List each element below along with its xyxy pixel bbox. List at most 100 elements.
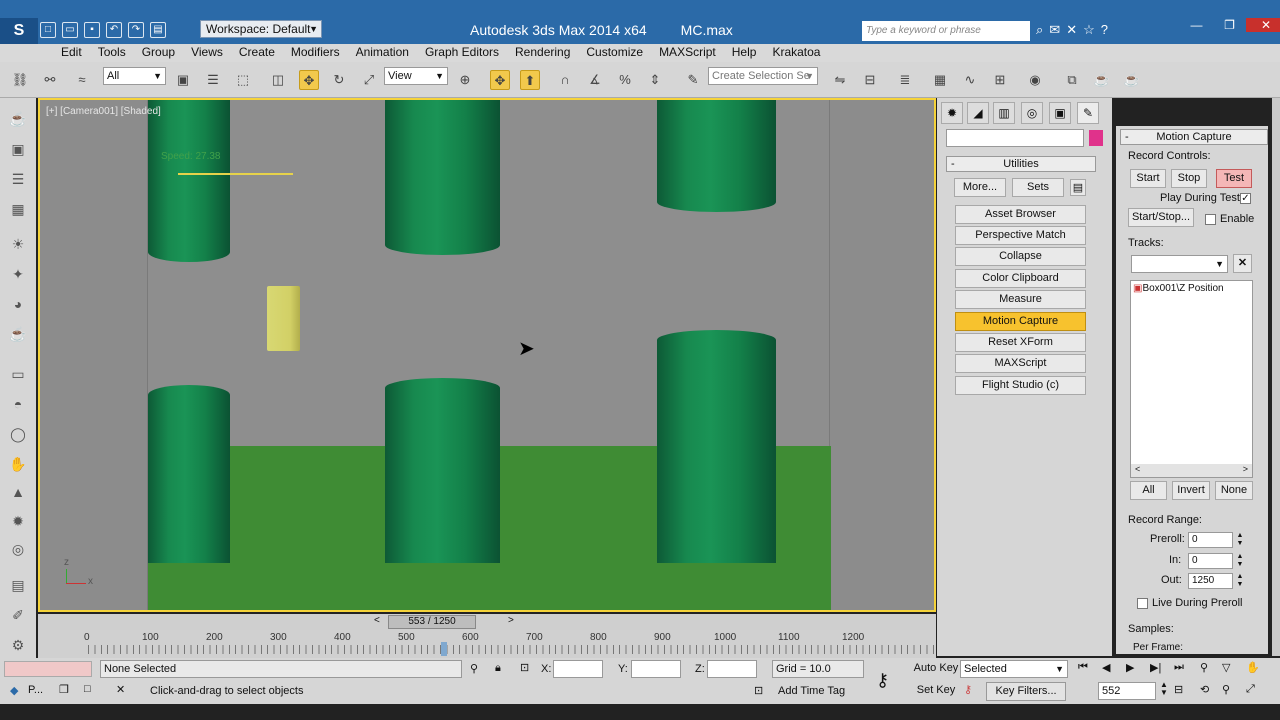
select-object-icon[interactable]: ▣ [173,70,193,90]
command-panel-scrollbar[interactable] [1272,98,1280,656]
track-item[interactable]: ▣Box001\Z Position [1131,281,1252,296]
material-editor-icon[interactable]: ◉ [1025,70,1045,90]
workspace-dropdown[interactable]: Workspace: Default ▼ [200,20,322,38]
x-coord-field[interactable] [553,660,603,678]
restore-icon[interactable]: ❐ [1213,18,1246,32]
configure-sets-icon[interactable]: ▤ [1070,179,1086,196]
motion-capture-button[interactable]: Motion Capture [955,312,1086,331]
field-of-view-icon[interactable]: ▽ [1222,661,1230,674]
track-bar[interactable]: 0 100 200 300 400 500 600 700 800 900 10… [38,630,936,658]
orbit-icon[interactable]: ⟲ [1200,683,1209,696]
layer-manager-icon[interactable]: ≣ [895,70,915,90]
add-time-tag-label[interactable]: Add Time Tag [778,685,845,697]
communication-icon[interactable]: ✉ [1049,22,1060,38]
menu-tools[interactable]: Tools [90,44,134,62]
z-coord-field[interactable] [707,660,757,678]
window-crossing-icon[interactable]: ◫ [268,70,288,90]
circle-target-icon[interactable]: ◎ [7,538,29,560]
key-selection-dropdown[interactable]: Selected ▼ [960,660,1068,678]
reference-coord-dropdown[interactable]: View ▼ [384,67,448,85]
time-config-icon[interactable]: ⊟ [1174,683,1183,696]
menu-edit[interactable]: Edit [53,44,90,62]
object-color-swatch[interactable] [1089,130,1103,146]
menu-customize[interactable]: Customize [578,44,651,62]
layers-icon[interactable]: ▤ [7,574,29,596]
current-frame-field[interactable]: 552 [1098,682,1156,700]
flight-studio-button[interactable]: Flight Studio (c) [955,376,1086,395]
perspective-match-button[interactable]: Perspective Match [955,226,1086,245]
in-field[interactable]: 0 [1188,553,1233,569]
helper-icon[interactable]: ✦ [7,263,29,285]
stop-button[interactable]: Stop [1171,169,1207,188]
create-tab-icon[interactable]: ✹ [941,102,963,124]
list-icon[interactable]: ☰ [7,168,29,190]
motion-capture-rollout-header[interactable]: - Motion Capture [1120,129,1268,145]
redo-icon[interactable]: ↷ [128,22,144,38]
edit-named-selection-icon[interactable]: ✎ [683,70,703,90]
start-button[interactable]: Start [1130,169,1166,188]
new-file-icon[interactable]: □ [40,22,56,38]
camera-viewport[interactable]: [+] [Camera001] [Shaded] Speed: 27.38 z … [38,98,936,612]
taskbar-app-icon[interactable]: ◆ [10,684,18,697]
menu-create[interactable]: Create [231,44,283,62]
tracks-list[interactable]: ▣Box001\Z Position < > [1130,280,1253,478]
sets-button[interactable]: Sets [1012,178,1064,197]
binoculars-icon[interactable]: ⌕ [1036,22,1043,38]
zoom-icon[interactable]: ⚲ [1200,661,1208,674]
rendered-frame-window-icon[interactable]: ☕ [1092,70,1112,90]
sun-icon[interactable]: ✹ [7,510,29,532]
walk-through-icon[interactable]: ⚲ [1222,683,1230,696]
bind-space-warp-icon[interactable]: ≈ [72,70,92,90]
app-logo-icon[interactable]: S [0,18,38,44]
absolute-mode-icon[interactable]: ⊡ [520,661,529,674]
menu-krakatoa[interactable]: Krakatoa [764,44,828,62]
time-tag-icon[interactable]: ⊡ [754,684,763,697]
none-button[interactable]: None [1215,481,1253,500]
display-tab-icon[interactable]: ▣ [1049,102,1071,124]
select-manipulate-icon[interactable]: ✥ [490,70,510,90]
tracks-dropdown[interactable]: ▼ [1131,255,1228,273]
next-key-icon[interactable]: ▶| [1150,661,1161,674]
menu-views[interactable]: Views [183,44,231,62]
render-icon[interactable]: ☕ [7,323,29,345]
utilities-tab-icon[interactable]: ✎ [1077,102,1099,124]
time-slider-thumb[interactable]: 553 / 1250 [388,615,476,629]
set-key-icon[interactable]: ⚷ [964,683,972,696]
menu-help[interactable]: Help [724,44,765,62]
out-field[interactable]: 1250 [1188,573,1233,589]
viewport-label[interactable]: [+] [Camera001] [Shaded] [46,106,161,117]
key-filters-button[interactable]: Key Filters... [986,682,1066,701]
lock-icon[interactable]: 🔒︎ [495,662,501,675]
favorites-icon[interactable]: ☆ [1083,22,1095,38]
align-icon[interactable]: ⊟ [860,70,880,90]
isolate-icon[interactable]: ⚲ [470,662,478,675]
start-stop-button[interactable]: Start/Stop... [1128,208,1194,227]
pan-icon[interactable]: ✋ [1246,661,1260,674]
selection-filter-dropdown[interactable]: All ▼ [103,67,166,85]
scroll-right-icon[interactable]: > [1243,464,1248,474]
test-button[interactable]: Test [1216,169,1252,188]
project-folder-icon[interactable]: ▤ [150,22,166,38]
object-name-field[interactable] [946,129,1084,147]
link-icon[interactable]: ⛓ [10,70,30,90]
percent-snap-icon[interactable]: % [615,70,635,90]
in-spinner-icon[interactable]: ▲ ▼ [1235,553,1245,569]
tools-icon[interactable]: ⚙ [7,634,29,656]
grid-icon[interactable]: ▦ [7,198,29,220]
rectangular-selection-icon[interactable]: ⬚ [233,70,253,90]
preroll-field[interactable]: 0 [1188,532,1233,548]
taskbar-item-label[interactable]: P... [28,684,43,696]
mirror-icon[interactable]: ⇋ [830,70,850,90]
close-icon[interactable]: ✕ [1246,18,1280,32]
snaps-toggle-icon[interactable]: ∩ [555,70,575,90]
motion-tab-icon[interactable]: ◎ [1021,102,1043,124]
exchange-icon[interactable]: ✕ [1066,22,1077,38]
select-and-scale-icon[interactable]: ⤢ [359,70,379,90]
invert-button[interactable]: Invert [1172,481,1210,500]
key-mode-icon[interactable]: ⚷ [876,670,889,691]
spinner-snap-icon[interactable]: ⇕ [645,70,665,90]
prev-key-icon[interactable]: ◀ [1102,661,1110,674]
help-icon[interactable]: ? [1101,22,1108,38]
select-and-move-icon[interactable]: ✥ [299,70,319,90]
torus-icon[interactable]: ◯ [7,423,29,445]
